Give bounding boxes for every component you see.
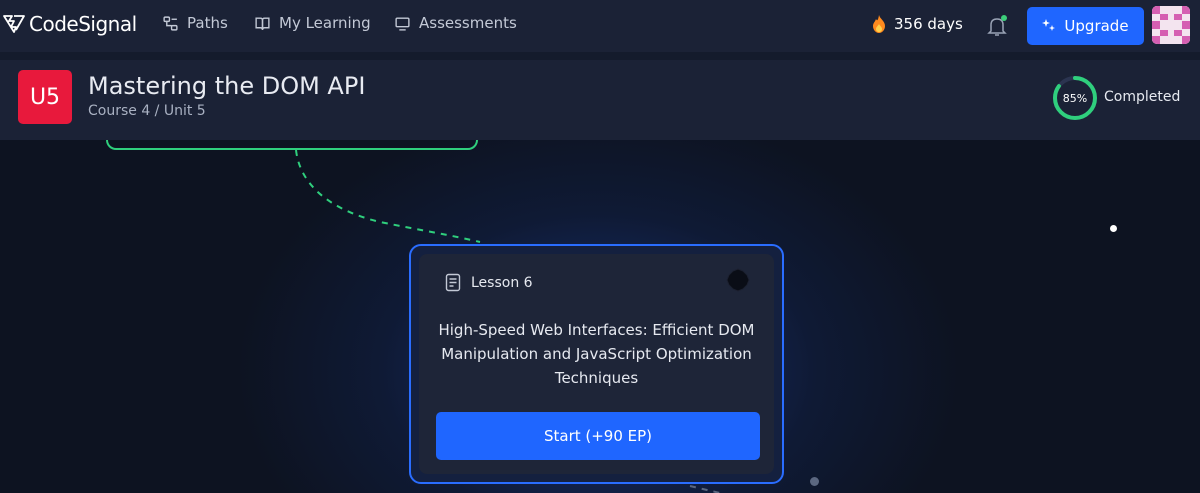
book-icon — [255, 16, 270, 30]
nav-divider — [0, 52, 1200, 60]
streak-value: 356 days — [894, 15, 963, 33]
nav-paths-label: Paths — [187, 14, 228, 32]
codesignal-logo-icon — [3, 15, 25, 33]
unit-badge: U5 — [18, 70, 72, 124]
next-lesson-node[interactable] — [810, 477, 819, 486]
lesson-card-body: Lesson 6 High-Speed Web Interfaces: Effi… — [419, 254, 774, 474]
lesson-label: Lesson 6 — [445, 273, 533, 292]
start-lesson-button[interactable]: Start (+90 EP) — [436, 412, 760, 460]
document-icon — [445, 273, 461, 292]
avatar-image — [1152, 6, 1190, 44]
unit-header: U5 Mastering the DOM API Course 4 / Unit… — [0, 60, 1200, 140]
progress-percent: 85% — [1062, 91, 1088, 105]
unit-breadcrumb: Course 4 / Unit 5 — [88, 103, 206, 119]
unit-progress-ring[interactable]: 85% — [1052, 75, 1098, 121]
nav-paths[interactable]: Paths — [162, 14, 228, 32]
notification-dot — [1001, 15, 1007, 21]
app-root: CodeSignal Paths My Learning Assessments… — [0, 0, 1200, 493]
upgrade-button[interactable]: Upgrade — [1027, 7, 1144, 45]
streak-counter[interactable]: 356 days — [870, 14, 963, 34]
codesignal-logo[interactable]: CodeSignal — [2, 12, 137, 36]
completed-label: Completed — [1104, 89, 1181, 105]
monitor-icon — [395, 16, 410, 31]
decorative-dot — [1110, 225, 1117, 232]
upgrade-label: Upgrade — [1064, 17, 1129, 35]
nav-my-learning[interactable]: My Learning — [254, 14, 371, 32]
top-navigation: CodeSignal Paths My Learning Assessments… — [0, 0, 1200, 52]
flame-icon — [873, 15, 885, 33]
lesson-number: Lesson 6 — [471, 274, 533, 291]
path-connector-next — [689, 485, 721, 493]
nav-assessments[interactable]: Assessments — [394, 14, 517, 32]
user-avatar[interactable] — [1152, 6, 1190, 44]
current-lesson-card: Lesson 6 High-Speed Web Interfaces: Effi… — [409, 244, 784, 484]
nav-assessments-label: Assessments — [419, 14, 517, 32]
lesson-status-icon — [726, 268, 750, 292]
unit-title: Mastering the DOM API — [88, 72, 366, 100]
notifications-button[interactable] — [984, 13, 1010, 39]
path-connector-completed — [295, 149, 481, 243]
lesson-title: High-Speed Web Interfaces: Efficient DOM… — [438, 321, 755, 387]
logo-text: CodeSignal — [29, 12, 137, 36]
sparkle-icon — [1042, 19, 1056, 31]
nav-my-learning-label: My Learning — [279, 14, 371, 32]
paths-icon — [163, 15, 178, 31]
